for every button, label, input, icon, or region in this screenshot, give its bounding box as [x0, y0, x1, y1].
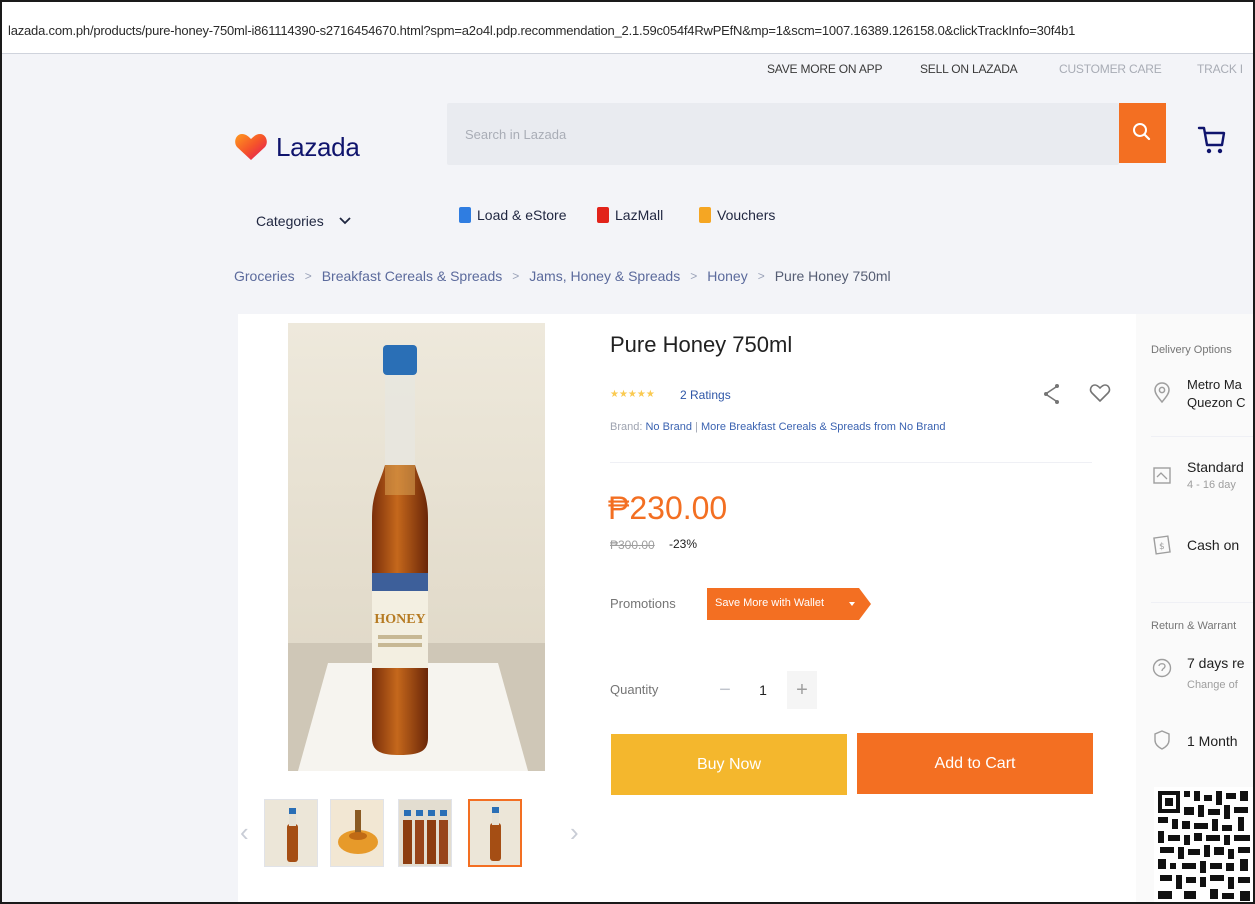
lazmall-icon — [597, 207, 609, 223]
promotion-tag[interactable]: Save More with Wallet — [707, 588, 873, 620]
delivery-location-line1: Metro Ma — [1187, 377, 1242, 392]
wishlist-heart-icon[interactable] — [1089, 382, 1111, 404]
nav-lazmall-label: LazMall — [615, 207, 664, 223]
standard-delivery-label: Standard — [1187, 459, 1244, 475]
product-title: Pure Honey 750ml — [610, 332, 793, 357]
warranty-label: 1 Month — [1187, 733, 1238, 749]
category-nav: Categories Load & eStore LazMall Voucher… — [2, 207, 1253, 237]
breadcrumb-separator: > — [690, 269, 698, 283]
breadcrumb-separator: > — [512, 269, 520, 283]
categories-label: Categories — [256, 213, 324, 229]
thumbnail-2[interactable] — [330, 799, 384, 867]
return-policy-sub: Change of — [1187, 679, 1238, 691]
breadcrumb-jams[interactable]: Jams, Honey & Spreads — [529, 268, 680, 284]
product-main-image[interactable]: HONEY — [288, 323, 545, 771]
discount-percent: -23% — [669, 537, 698, 551]
search-icon — [1133, 123, 1151, 141]
thumbnail-honey-bowl-image — [331, 800, 383, 866]
honey-bottle-image: HONEY — [288, 323, 545, 771]
brand-more-link[interactable]: More Breakfast Cereals & Spreads from No… — [701, 421, 946, 433]
return-policy-label: 7 days re — [1187, 655, 1245, 671]
location-pin-icon — [1154, 382, 1170, 404]
delivery-location-line2: Quezon C — [1187, 395, 1246, 410]
breadcrumb-groceries[interactable]: Groceries — [234, 268, 295, 284]
vouchers-icon — [699, 207, 711, 223]
thumbnail-1[interactable] — [264, 799, 318, 867]
quantity-value[interactable]: 1 — [752, 682, 774, 698]
breadcrumb-separator: > — [757, 269, 765, 283]
logo-text: Lazada — [276, 132, 360, 162]
customer-care-link[interactable]: CUSTOMER CARE — [1059, 62, 1162, 76]
share-icon[interactable] — [1042, 382, 1062, 406]
promotion-tag-tip — [859, 588, 871, 620]
standard-delivery-icon — [1153, 467, 1171, 484]
search-input[interactable] — [447, 103, 1119, 165]
thumbnail-prev-icon[interactable]: ‹ — [240, 817, 249, 848]
search-button[interactable] — [1119, 103, 1166, 163]
quantity-increase-button[interactable]: + — [787, 671, 817, 709]
caret-down-icon — [849, 602, 855, 606]
breadcrumb-separator: > — [304, 269, 312, 283]
save-more-on-app-link[interactable]: SAVE MORE ON APP — [767, 62, 882, 76]
browser-window: lazada.com.ph/products/pure-honey-750ml-… — [0, 0, 1255, 904]
thumbnail-strip: ‹ › — [232, 797, 592, 869]
chevron-down-icon — [339, 217, 351, 225]
standard-delivery-days: 4 - 16 day — [1187, 479, 1236, 491]
track-order-link[interactable]: TRACK I — [1197, 62, 1243, 76]
app-qr-code — [1154, 787, 1253, 902]
original-price: ₱300.00 — [610, 538, 655, 552]
url-text[interactable]: lazada.com.ph/products/pure-honey-750ml-… — [8, 23, 1075, 38]
thumbnail-3[interactable] — [398, 799, 452, 867]
nav-vouchers-label: Vouchers — [717, 207, 776, 223]
load-estore-icon — [459, 207, 471, 223]
promotion-tag-text: Save More with Wallet — [715, 597, 825, 609]
brand-label: Brand: — [610, 421, 643, 433]
promotions-label: Promotions — [610, 596, 676, 611]
brand-link[interactable]: No Brand — [645, 421, 691, 433]
cash-on-delivery-label: Cash on — [1187, 537, 1240, 553]
svg-text:HONEY: HONEY — [374, 612, 425, 627]
ratings-link[interactable]: 2 Ratings — [680, 388, 731, 402]
side-divider — [1151, 436, 1253, 437]
thumbnail-bottles-image — [399, 800, 451, 866]
side-divider — [1151, 602, 1253, 603]
return-warranty-label: Return & Warrant — [1151, 620, 1237, 632]
thumbnail-bottle-active-image — [470, 801, 520, 865]
warranty-shield-icon — [1154, 730, 1170, 750]
rating-stars: ★★★★★ — [610, 389, 655, 400]
buy-now-button[interactable]: Buy Now — [611, 734, 847, 795]
quantity-label: Quantity — [610, 682, 659, 697]
nav-load-estore[interactable]: Load & eStore — [459, 207, 567, 223]
search-box[interactable] — [447, 103, 1119, 165]
quantity-decrease-button[interactable]: − — [710, 671, 740, 709]
lazada-logo[interactable]: Lazada — [234, 126, 369, 166]
sell-on-lazada-link[interactable]: SELL ON LAZADA — [920, 62, 1018, 76]
nav-vouchers[interactable]: Vouchers — [699, 207, 775, 223]
breadcrumb-breakfast[interactable]: Breakfast Cereals & Spreads — [322, 268, 503, 284]
brand-line: Brand: No Brand | More Breakfast Cereals… — [610, 421, 946, 433]
lazada-heart-icon — [235, 134, 267, 160]
product-price: ₱230.00 — [608, 490, 728, 526]
info-divider — [610, 462, 1092, 463]
breadcrumb-current: Pure Honey 750ml — [774, 268, 891, 284]
nav-lazmall[interactable]: LazMall — [597, 207, 663, 223]
thumbnail-bottle-image — [265, 800, 317, 866]
top-links-bar: SAVE MORE ON APP SELL ON LAZADA CUSTOMER… — [2, 62, 1253, 84]
return-icon — [1152, 658, 1172, 678]
cart-icon[interactable] — [1197, 122, 1227, 156]
address-bar[interactable]: lazada.com.ph/products/pure-honey-750ml-… — [2, 2, 1253, 54]
thumbnail-next-icon[interactable]: › — [570, 817, 579, 848]
add-to-cart-button[interactable]: Add to Cart — [857, 733, 1093, 794]
delivery-options-label: Delivery Options — [1151, 344, 1232, 356]
breadcrumb: Groceries > Breakfast Cereals & Spreads … — [234, 268, 891, 284]
nav-load-estore-label: Load & eStore — [477, 207, 567, 223]
qr-code-icon — [1154, 787, 1253, 902]
thumbnail-4[interactable] — [468, 799, 522, 867]
categories-dropdown[interactable]: Categories — [256, 213, 352, 229]
breadcrumb-honey[interactable]: Honey — [707, 268, 747, 284]
cash-on-delivery-icon: $ — [1153, 535, 1171, 555]
svg-text:$: $ — [1159, 542, 1165, 552]
